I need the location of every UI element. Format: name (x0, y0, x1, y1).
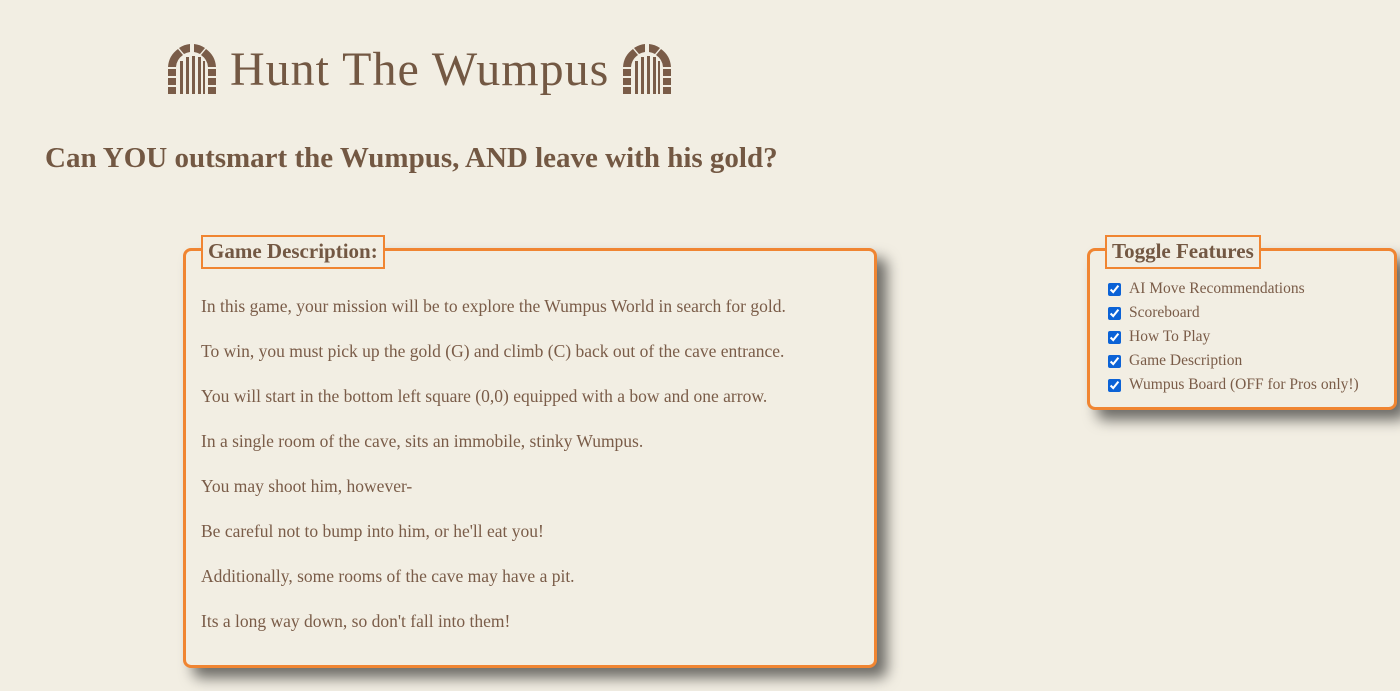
title-text: Hunt The Wumpus (230, 42, 610, 96)
toggle-label: Game Description (1129, 352, 1243, 369)
arched-door-icon (621, 43, 673, 95)
toggle-features-panel: Toggle Features AI Move Recommendations … (1087, 235, 1397, 410)
game-description-legend: Game Description: (201, 235, 385, 269)
description-line: Additionally, some rooms of the cave may… (201, 566, 575, 586)
toggle-ai-move-recommendations[interactable]: AI Move Recommendations (1108, 277, 1359, 301)
how-to-play-checkbox[interactable] (1108, 330, 1121, 344)
scoreboard-checkbox[interactable] (1108, 306, 1121, 320)
description-line: In a single room of the cave, sits an im… (201, 431, 644, 451)
description-line: You may shoot him, however- (201, 476, 413, 496)
page-subtitle: Can YOU outsmart the Wumpus, AND leave w… (45, 142, 778, 174)
toggle-how-to-play[interactable]: How To Play (1108, 325, 1359, 349)
toggle-game-description[interactable]: Game Description (1108, 349, 1359, 373)
description-line: Be careful not to bump into him, or he'l… (201, 521, 544, 541)
wumpus-board-checkbox[interactable] (1108, 378, 1121, 392)
page: Hunt The Wumpus Can YOU outsmart the Wum… (0, 0, 1400, 691)
toggle-scoreboard[interactable]: Scoreboard (1108, 301, 1359, 325)
ai-move-recommendations-checkbox[interactable] (1108, 282, 1121, 296)
toggle-label: AI Move Recommendations (1129, 280, 1305, 297)
page-title: Hunt The Wumpus (166, 38, 673, 100)
toggle-wumpus-board[interactable]: Wumpus Board (OFF for Pros only!) (1108, 373, 1359, 397)
toggle-label: Scoreboard (1129, 304, 1200, 321)
toggle-label: Wumpus Board (OFF for Pros only!) (1129, 376, 1359, 393)
description-line: You will start in the bottom left square… (201, 386, 768, 406)
feature-toggle-list: AI Move Recommendations Scoreboard How T… (1108, 277, 1359, 397)
game-description-body: In this game, your mission will be to ex… (201, 295, 866, 655)
game-description-checkbox[interactable] (1108, 354, 1121, 368)
description-line: In this game, your mission will be to ex… (201, 296, 786, 316)
game-description-panel: Game Description: In this game, your mis… (183, 235, 877, 668)
description-line: To win, you must pick up the gold (G) an… (201, 341, 785, 361)
toggle-label: How To Play (1129, 328, 1211, 345)
description-line: Its a long way down, so don't fall into … (201, 611, 511, 631)
toggle-features-legend: Toggle Features (1105, 235, 1261, 269)
arched-door-icon (166, 43, 218, 95)
